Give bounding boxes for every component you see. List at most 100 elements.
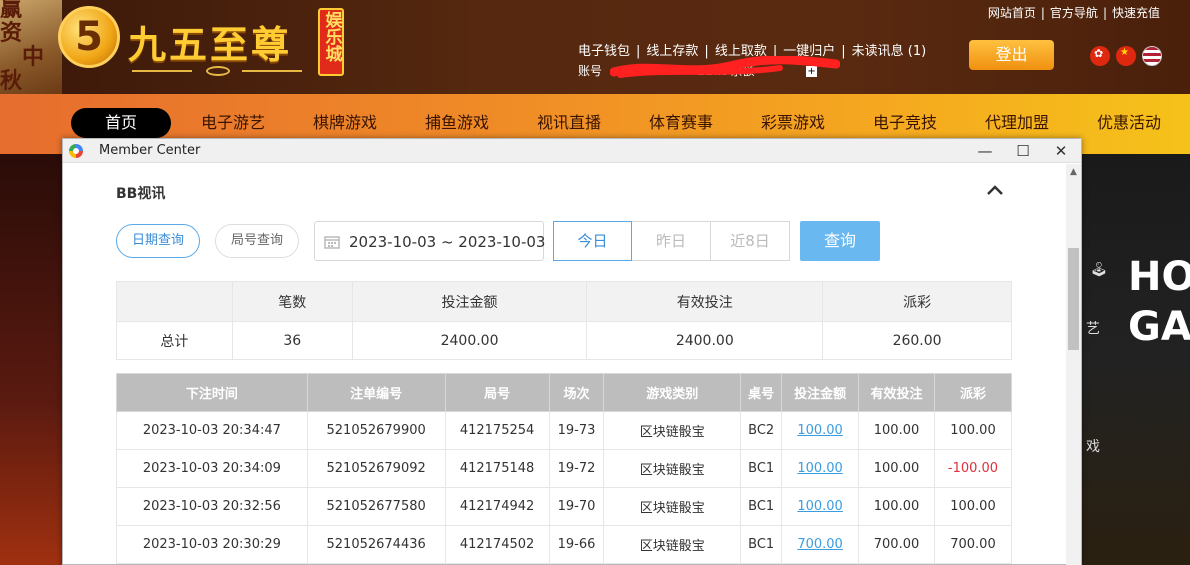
bet-detail-table: 下注时间 注单编号 局号 场次 游戏类别 桌号 投注金额 有效投注 派彩 202… (116, 373, 1013, 564)
top-links: 网站首页 | 官方导航 | 快速充值 (987, 6, 1160, 20)
round-id: 412174942 (444, 487, 550, 526)
session: 19-70 (548, 487, 605, 526)
summary-cell: 260.00 (822, 321, 1012, 360)
hot-line1: HOT (1128, 254, 1190, 300)
nav-sports[interactable]: 体育赛事 (631, 108, 731, 138)
promo-strip[interactable]: 赢 资 中 秋 (0, 0, 62, 94)
table-id: BC1 (740, 487, 783, 526)
round-query-button[interactable]: 局号查询 (215, 224, 299, 258)
column-header: 有效投注 (858, 373, 935, 412)
close-button[interactable]: ✕ (1042, 139, 1080, 163)
nav-esports[interactable]: 电子竞技 (855, 108, 955, 138)
nav-lottery[interactable]: 彩票游戏 (743, 108, 843, 138)
table-id: BC2 (740, 411, 783, 450)
promo-char: 资 (0, 21, 23, 46)
nav-agent[interactable]: 代理加盟 (967, 108, 1067, 138)
summary-table: 笔数 投注金额 有效投注 派彩 总计 36 2400.00 2400.00 26… (116, 281, 1012, 360)
date-range-input[interactable]: 2023-10-03 ~ 2023-10-03 (314, 221, 546, 261)
account-label: 账号 (578, 64, 603, 78)
promo-char: 中 (22, 45, 45, 70)
bet-time: 2023-10-03 20:30:29 (116, 525, 308, 564)
game-type: 区块链骰宝 (603, 449, 742, 488)
window-title: Member Center (99, 143, 201, 158)
bet-time: 2023-10-03 20:34:47 (116, 411, 308, 450)
nav-fishing[interactable]: 捕鱼游戏 (407, 108, 507, 138)
session: 19-72 (548, 449, 605, 488)
valid-bet: 100.00 (858, 449, 935, 488)
logo-icon[interactable]: 5 (58, 6, 120, 68)
vertical-scrollbar[interactable]: ▲ (1066, 164, 1081, 565)
round-id: 412175148 (444, 449, 550, 488)
bet-id: 521052674436 (306, 525, 446, 564)
nav-slots[interactable]: 电子游艺 (183, 108, 283, 138)
promo-char: 赢 (0, 0, 23, 22)
session: 19-66 (548, 525, 605, 564)
payout: -100.00 (933, 449, 1013, 488)
logout-button[interactable]: 登出 (969, 40, 1054, 70)
last-8-days-button[interactable]: 近8日 (711, 221, 790, 261)
column-header: 投注金额 (781, 373, 860, 412)
yesterday-button[interactable]: 昨日 (632, 221, 711, 261)
nav-promotions[interactable]: 优惠活动 (1079, 108, 1179, 138)
bet-time: 2023-10-03 20:34:09 (116, 449, 308, 488)
site-header: 赢 资 中 秋 5 九五至尊 娱乐城 网站首页 | 官方导航 | 快速充值 电子钱包 | 线… (0, 0, 1190, 94)
round-id: 412174502 (444, 525, 550, 564)
column-header: 游戏类别 (603, 373, 742, 412)
hot-games-banner[interactable]: HOT GAM (1128, 252, 1190, 352)
column-header: 下注时间 (116, 373, 308, 412)
query-button[interactable]: 查询 (800, 221, 880, 261)
minimize-button[interactable]: — (966, 139, 1004, 163)
scroll-thumb[interactable] (1068, 248, 1079, 350)
date-query-button[interactable]: 日期查询 (116, 224, 200, 258)
collapse-icon[interactable] (983, 180, 1007, 200)
side-label: 戏 (1086, 439, 1100, 455)
logo-badge-text: 娱乐城 (321, 11, 342, 62)
bet-amount-link[interactable]: 100.00 (797, 461, 843, 476)
summary-header: 有效投注 (586, 281, 824, 322)
today-button[interactable]: 今日 (553, 221, 632, 261)
bet-amount-link[interactable]: 100.00 (797, 499, 843, 514)
cn-flag-icon[interactable] (1116, 46, 1136, 66)
column-header: 注单编号 (306, 373, 446, 412)
side-label: 艺 (1086, 321, 1100, 337)
summary-cell: 2400.00 (351, 321, 588, 360)
messages-link[interactable]: 未读讯息 (1) (852, 44, 927, 59)
bet-id: 521052679900 (306, 411, 446, 450)
summary-cell: 2400.00 (586, 321, 824, 360)
detail-header-row: 下注时间 注单编号 局号 场次 游戏类别 桌号 投注金额 有效投注 派彩 (116, 373, 1013, 412)
us-flag-icon[interactable] (1142, 46, 1162, 66)
column-header: 局号 (444, 373, 550, 412)
nav-live[interactable]: 视讯直播 (519, 108, 619, 138)
joystick-icon: 🕹 (1090, 262, 1108, 278)
table-id: BC1 (740, 449, 783, 488)
hot-line2: GAM (1128, 304, 1190, 350)
nav-chess[interactable]: 棋牌游戏 (295, 108, 395, 138)
table-row: 2023-10-03 20:34:09 521052679092 4121751… (116, 449, 1013, 488)
window-titlebar[interactable]: Member Center — ☐ ✕ (63, 139, 1081, 163)
site-logo-text[interactable]: 九五至尊 (128, 14, 292, 69)
maximize-button[interactable]: ☐ (1004, 139, 1042, 163)
session: 19-73 (548, 411, 605, 450)
home-link[interactable]: 网站首页 (988, 6, 1036, 20)
hk-flag-icon[interactable] (1090, 46, 1110, 66)
browser-icon (69, 144, 83, 158)
nav-link[interactable]: 官方导航 (1050, 6, 1098, 20)
game-type: 区块链骰宝 (603, 411, 742, 450)
scroll-up-arrow-icon[interactable]: ▲ (1066, 164, 1081, 180)
date-range-value: 2023-10-03 ~ 2023-10-03 (349, 233, 546, 251)
logo-badge: 娱乐城 (318, 8, 344, 76)
summary-cell: 36 (231, 321, 353, 360)
bet-amount-link[interactable]: 100.00 (797, 423, 843, 438)
calendar-icon (324, 236, 340, 249)
payout: 100.00 (933, 411, 1013, 450)
column-header: 派彩 (933, 373, 1013, 412)
game-type: 区块链骰宝 (603, 525, 742, 564)
payout: 100.00 (933, 487, 1013, 526)
bet-amount-link[interactable]: 700.00 (797, 537, 843, 552)
valid-bet: 700.00 (858, 525, 935, 564)
quick-deposit-link[interactable]: 快速充值 (1112, 6, 1160, 20)
table-row: 2023-10-03 20:34:47 521052679900 4121752… (116, 411, 1013, 450)
nav-home[interactable]: 首页 (71, 108, 171, 138)
table-row: 2023-10-03 20:30:29 521052674436 4121745… (116, 525, 1013, 564)
summary-header-row: 笔数 投注金额 有效投注 派彩 (116, 281, 1012, 322)
